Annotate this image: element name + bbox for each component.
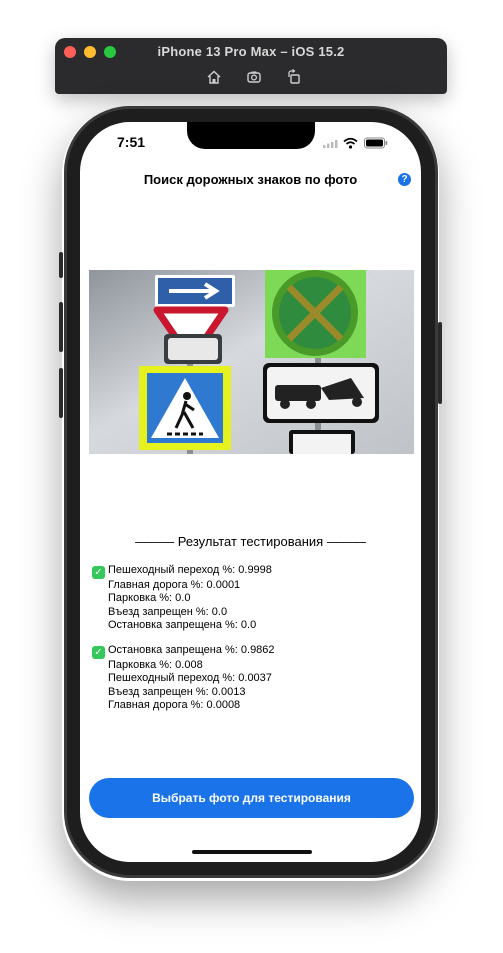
power-button [438,322,442,404]
home-icon[interactable] [205,68,223,86]
check-icon: ✓ [92,646,105,659]
result-line: Остановка запрещена %: 0.0 [108,618,257,631]
page-title: Поиск дорожных знаков по фото [143,172,358,187]
select-photo-button[interactable]: Выбрать фото для тестирования [89,778,414,818]
signal-icon [323,140,338,148]
result-line: Въезд запрещен %: 0.0 [108,605,228,618]
result-line: Пешеходный переход %: 0.0037 [108,672,272,685]
simulator-titlebar: iPhone 13 Pro Max – iOS 15.2 [55,38,447,94]
simulator-toolbar [200,68,310,86]
home-indicator[interactable] [192,850,312,854]
result-line: Въезд запрещен %: 0.0013 [108,685,246,698]
result-group-1: ✓ Пешеходный переход %: 0.9998 Главная до… [92,564,272,632]
mute-switch [59,252,63,278]
volume-down-button [59,368,63,418]
rotate-icon[interactable] [285,68,303,86]
wifi-icon [343,137,358,149]
result-line: ✓ Остановка запрещена %: 0.9862 [92,644,275,659]
notch [187,122,315,149]
tested-photo [89,270,414,454]
result-line: Парковка %: 0.008 [108,659,203,671]
result-line: Парковка %: 0.0 [108,592,191,605]
help-icon[interactable]: ? [398,173,411,186]
battery-icon [364,137,388,149]
status-time: 7:51 [117,134,146,150]
screenshot-icon[interactable] [245,68,263,86]
results-header: ——— Результат тестирования ——— [135,534,366,549]
phone-screen: 7:51 Поиск дорожных знаков по фото ? ———… [80,122,421,862]
result-group-2: ✓ Остановка запрещена %: 0.9862 Парковка … [92,644,275,712]
result-line: ✓ Пешеходный переход %: 0.9998 [92,564,272,579]
result-line: Главная дорога %: 0.0008 [108,698,241,711]
simulator-title: iPhone 13 Pro Max – iOS 15.2 [157,44,345,59]
result-line: Главная дорога %: 0.0001 [108,579,241,591]
check-icon: ✓ [92,566,105,579]
volume-up-button [59,302,63,352]
status-icons [317,136,397,149]
